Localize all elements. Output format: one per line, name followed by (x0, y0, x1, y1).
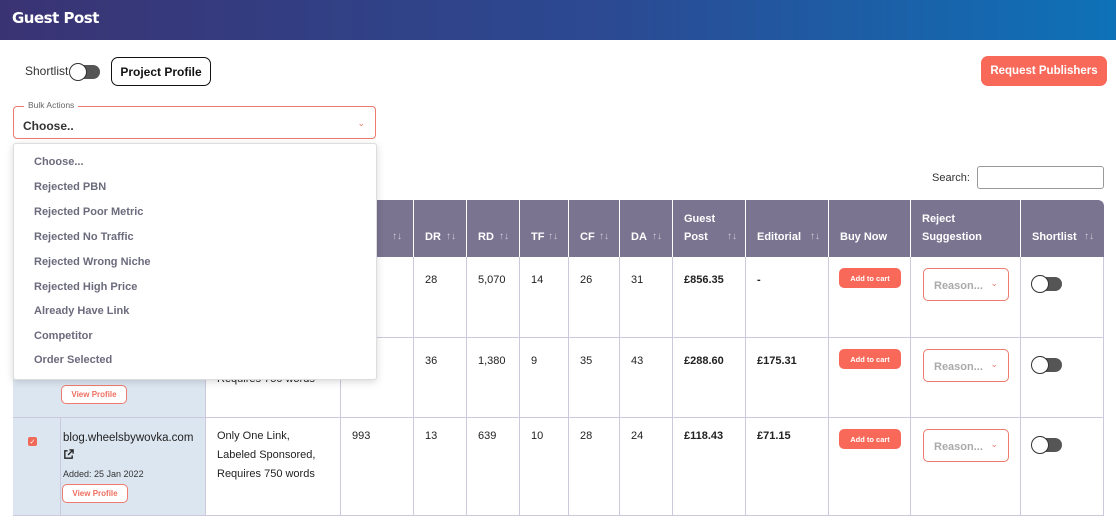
bulk-actions-select[interactable]: Choose.. ⌄ (13, 106, 376, 139)
toggle-knob (1031, 436, 1049, 454)
view-profile-button[interactable]: View Profile (62, 484, 128, 503)
search-label: Search: (932, 172, 970, 184)
shortlist-filter-label: Shortlist (25, 64, 69, 78)
toggle-knob (69, 63, 87, 81)
column-header-editorial[interactable]: Editorial ↑↓ (746, 200, 828, 257)
add-to-cart-button[interactable]: Add to cart (839, 349, 901, 369)
cell-tf: 10 (520, 418, 569, 516)
cell-reject-suggestion: Reason... ⌄ (911, 338, 1021, 418)
chevron-down-icon: ⌄ (990, 359, 998, 369)
request-publishers-button[interactable]: Request Publishers (981, 56, 1107, 86)
shortlist-filter-toggle[interactable] (69, 63, 100, 81)
column-header-dr[interactable]: DR ↑↓ (414, 200, 466, 257)
chevron-down-icon: ⌄ (990, 278, 998, 288)
checkbox-checked-icon[interactable]: ✓ (28, 437, 37, 446)
dropdown-option[interactable]: Order Selected (34, 354, 112, 366)
cell-tf: 14 (520, 257, 569, 338)
column-header-rd[interactable]: RD ↑↓ (467, 200, 519, 257)
reject-reason-select[interactable]: Reason... ⌄ (923, 429, 1009, 462)
sort-icon: ↑↓ (548, 231, 558, 242)
column-header-reject-suggestion: Reject Suggestion (911, 200, 1020, 257)
search-input[interactable] (977, 166, 1104, 189)
site-name: blog.wheelsbywovka.com (63, 432, 194, 444)
column-header-da[interactable]: DA ↑↓ (620, 200, 672, 257)
cell-da: 31 (620, 257, 673, 338)
cell-da: 43 (620, 338, 673, 418)
cell-guest-post-price: £118.43 (673, 418, 746, 516)
cell-select: ✓ (13, 418, 61, 516)
cell-editorial-price: £175.31 (746, 338, 829, 418)
sort-icon: ↑↓ (810, 231, 820, 242)
cell-dr: 36 (414, 338, 467, 418)
bulk-actions-value: Choose.. (23, 119, 74, 133)
sort-icon: ↑↓ (392, 231, 402, 242)
toggle-knob (1031, 275, 1049, 293)
chevron-down-icon: ⌄ (357, 118, 365, 128)
cell-shortlist (1021, 418, 1104, 516)
sort-icon: ↑↓ (499, 231, 509, 242)
cell-reject-suggestion: Reason... ⌄ (911, 257, 1021, 338)
added-date: Added: 25 Jan 2022 (63, 469, 144, 479)
cell-rd: 1,380 (467, 338, 520, 418)
bulk-actions-dropdown: Choose... Rejected PBN Rejected Poor Met… (13, 143, 377, 380)
cell-cf: 28 (569, 418, 620, 516)
cell-guest-post-price: £856.35 (673, 257, 746, 338)
add-to-cart-button[interactable]: Add to cart (839, 429, 901, 449)
sort-icon: ↑↓ (599, 231, 609, 242)
page-title: Guest Post (12, 9, 99, 27)
external-link-icon[interactable] (63, 449, 74, 463)
dropdown-option[interactable]: Rejected High Price (34, 281, 137, 293)
cell-rd: 5,070 (467, 257, 520, 338)
dropdown-option[interactable]: Rejected Poor Metric (34, 206, 143, 218)
add-to-cart-button[interactable]: Add to cart (839, 268, 901, 288)
reject-reason-select[interactable]: Reason... ⌄ (923, 349, 1009, 382)
view-profile-button[interactable]: View Profile (61, 385, 127, 404)
cell-shortlist (1021, 338, 1104, 418)
cell-da: 24 (620, 418, 673, 516)
sort-icon: ↑↓ (652, 231, 662, 242)
cell-requirements: Only One Link, Labeled Sponsored, Requir… (206, 418, 341, 516)
cell-traffic: 993 (341, 418, 414, 516)
shortlist-toggle[interactable] (1031, 436, 1062, 454)
column-header-buy-now: Buy Now (829, 200, 910, 257)
cell-cf: 26 (569, 257, 620, 338)
shortlist-toggle[interactable] (1031, 356, 1062, 374)
sort-icon: ↑↓ (727, 231, 737, 242)
dropdown-option[interactable]: Rejected Wrong Niche (34, 256, 151, 268)
dropdown-option[interactable]: Already Have Link (34, 305, 129, 317)
cell-reject-suggestion: Reason... ⌄ (911, 418, 1021, 516)
app-header: Guest Post (0, 0, 1116, 40)
dropdown-option[interactable]: Competitor (34, 330, 93, 342)
column-header-shortlist[interactable]: Shortlist ↑↓ (1021, 200, 1104, 257)
cell-buy-now: Add to cart (829, 338, 911, 418)
cell-rd: 639 (467, 418, 520, 516)
sort-icon: ↑↓ (446, 231, 456, 242)
cell-editorial-price: - (746, 257, 829, 338)
cell-cf: 35 (569, 338, 620, 418)
shortlist-toggle[interactable] (1031, 275, 1062, 293)
bulk-actions-legend: Bulk Actions (24, 100, 79, 110)
cell-guest-post-price: £288.60 (673, 338, 746, 418)
column-header-cf[interactable]: CF ↑↓ (569, 200, 619, 257)
dropdown-option[interactable]: Rejected No Traffic (34, 231, 134, 243)
cell-shortlist (1021, 257, 1104, 338)
chevron-down-icon: ⌄ (990, 439, 998, 449)
sort-icon: ↑↓ (1084, 231, 1094, 242)
column-header-guest-post[interactable]: Guest Post ↑↓ (673, 200, 745, 257)
dropdown-option[interactable]: Rejected PBN (34, 181, 106, 193)
project-profile-button[interactable]: Project Profile (111, 57, 211, 86)
cell-buy-now: Add to cart (829, 257, 911, 338)
cell-dr: 13 (414, 418, 467, 516)
cell-dr: 28 (414, 257, 467, 338)
cell-editorial-price: £71.15 (746, 418, 829, 516)
dropdown-option[interactable]: Choose... (34, 156, 84, 168)
cell-site: blog.wheelsbywovka.com Added: 25 Jan 202… (61, 418, 206, 516)
cell-buy-now: Add to cart (829, 418, 911, 516)
cell-tf: 9 (520, 338, 569, 418)
reject-reason-select[interactable]: Reason... ⌄ (923, 268, 1009, 301)
column-header-tf[interactable]: TF ↑↓ (520, 200, 568, 257)
toggle-knob (1031, 356, 1049, 374)
